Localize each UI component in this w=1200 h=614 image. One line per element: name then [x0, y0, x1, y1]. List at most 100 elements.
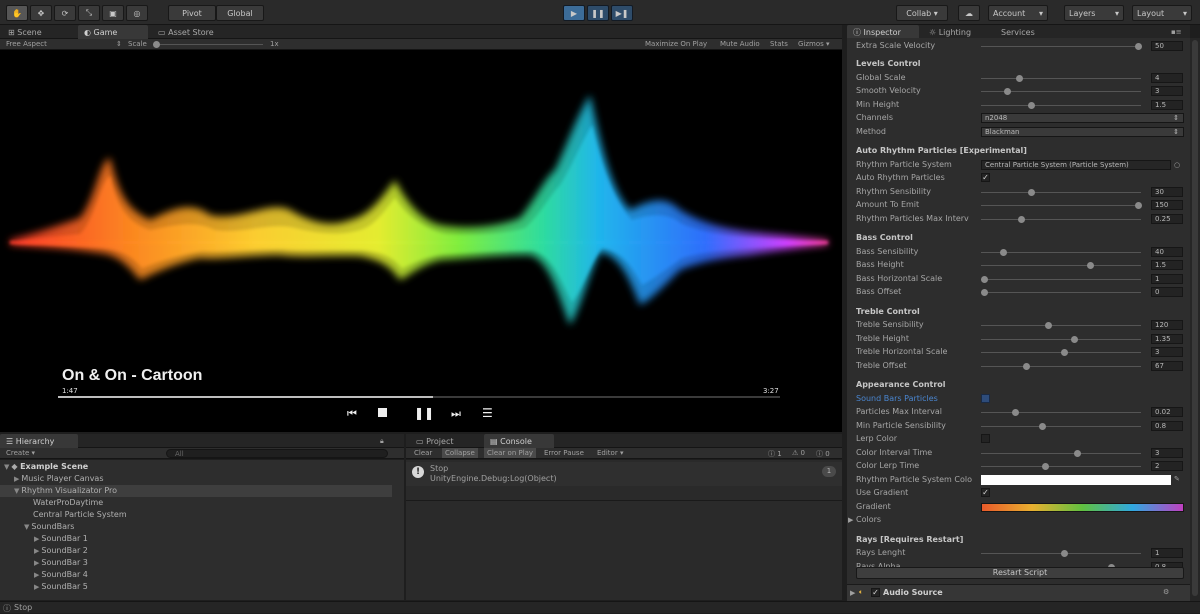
collab-button[interactable]: Collab ▾ [896, 5, 948, 21]
transform-tool-icon[interactable]: ◎ [126, 5, 148, 21]
slider-knob[interactable] [1045, 322, 1053, 329]
slider-knob[interactable] [1016, 74, 1024, 82]
property-slider[interactable] [981, 463, 1141, 470]
global-toggle[interactable]: Global [216, 5, 264, 21]
property-slider[interactable] [981, 409, 1141, 416]
property-value-field[interactable]: 40 [1151, 246, 1183, 257]
slider-knob[interactable] [1022, 362, 1030, 370]
property-value-field[interactable]: 3 [1151, 86, 1183, 96]
property-slider[interactable] [981, 422, 1141, 430]
clear-button[interactable]: Clear [414, 449, 432, 457]
stop-button[interactable] [378, 408, 387, 417]
game-view[interactable]: On & On - Cartoon 1:47 3:27 ⏮ ❚❚ ⏭ ☰ [0, 50, 842, 432]
hand-tool-icon[interactable]: ✋ [6, 5, 28, 21]
hierarchy-item[interactable]: ▼ Rhythm Visualizator Pro [0, 485, 392, 497]
console-entry[interactable]: ! Stop UnityEngine.Debug:Log(Object) 1 [406, 462, 842, 486]
create-dropdown[interactable]: Create ▾ [6, 449, 35, 457]
extra-scale-velocity-value[interactable]: 50 [1151, 41, 1183, 51]
tab-console[interactable]: ▤ Console [484, 434, 554, 448]
foldout-open-icon[interactable]: ▼ [4, 463, 9, 471]
object-field[interactable]: Central Particle System (Particle System… [981, 159, 1171, 170]
property-checkbox[interactable] [981, 434, 990, 443]
property-value-field[interactable]: 1.5 [1151, 99, 1183, 110]
property-value-field[interactable]: 0.02 [1151, 407, 1183, 417]
rect-tool-icon[interactable]: ▣ [102, 5, 124, 21]
slider-knob[interactable] [981, 289, 989, 296]
slider-knob[interactable] [1134, 43, 1142, 50]
property-slider[interactable] [981, 275, 1141, 283]
scrollbar-thumb[interactable] [1192, 40, 1198, 596]
error-pause-toggle[interactable]: Error Pause [544, 449, 584, 457]
tab-scene[interactable]: ⊞ Scene [2, 25, 48, 39]
tab-inspector[interactable]: ⓘ Inspector [847, 25, 919, 39]
hierarchy-search-input[interactable]: All [166, 449, 388, 458]
slider-knob[interactable] [1086, 262, 1094, 269]
audio-source-enabled-checkbox[interactable]: ✓ [871, 588, 880, 597]
slider-knob[interactable] [1070, 335, 1078, 343]
foldout-closed-icon[interactable]: ▶ [848, 516, 853, 524]
property-value-field[interactable]: 4 [1151, 72, 1183, 83]
property-slider[interactable] [981, 335, 1141, 343]
slider-knob[interactable] [1134, 202, 1142, 209]
tab-asset-store[interactable]: ▭ Asset Store [152, 25, 220, 39]
stats-toggle[interactable]: Stats [770, 40, 788, 48]
move-tool-icon[interactable]: ✥ [30, 5, 52, 21]
foldout-closed-icon[interactable]: ▶ [34, 583, 39, 591]
property-value-field[interactable]: 2 [1151, 461, 1183, 471]
gradient-field[interactable] [981, 502, 1184, 512]
foldout-open-icon[interactable]: ▼ [14, 487, 19, 495]
foldout-arrow-icon[interactable]: ▶ [850, 589, 855, 597]
pause-button[interactable]: ❚❚ [587, 5, 609, 21]
rotate-tool-icon[interactable]: ⟳ [54, 5, 76, 21]
gizmos-dropdown[interactable]: Gizmos ▾ [798, 40, 830, 48]
property-checkbox[interactable]: ✓ [981, 488, 990, 497]
property-checkbox[interactable] [981, 393, 990, 403]
hierarchy-item[interactable]: ▼ ◆ Example Scene [0, 461, 392, 473]
slider-knob[interactable] [981, 275, 989, 283]
step-button[interactable]: ▶❚ [611, 5, 633, 21]
property-slider[interactable] [981, 289, 1141, 296]
foldout-closed-icon[interactable]: ▶ [34, 571, 39, 579]
property-value-field[interactable]: 1 [1151, 273, 1183, 284]
console-divider[interactable] [406, 500, 842, 501]
property-value-field[interactable]: 0.25 [1151, 213, 1183, 224]
property-value-field[interactable]: 30 [1151, 186, 1183, 197]
property-value-field[interactable]: 1.35 [1151, 333, 1183, 344]
hierarchy-item[interactable]: ▶ SoundBar 4 [0, 569, 392, 581]
previous-track-icon[interactable]: ⏮ [347, 407, 357, 421]
slider-knob[interactable] [1061, 349, 1069, 356]
collapse-toggle[interactable]: Collapse [442, 448, 478, 458]
foldout-open-icon[interactable]: ▼ [24, 523, 29, 531]
property-value-field[interactable]: 0.8 [1151, 420, 1183, 431]
slider-knob[interactable] [1000, 248, 1008, 256]
error-count-toggle[interactable]: ⓘ 0 [816, 449, 830, 459]
lock-icon[interactable]: ▪≡ [1171, 28, 1182, 36]
hierarchy-item[interactable]: ▶ SoundBar 1 [0, 533, 392, 545]
property-slider[interactable] [981, 74, 1141, 82]
foldout-closed-icon[interactable]: ▶ [34, 535, 39, 543]
info-count-toggle[interactable]: ⓘ 1 [768, 449, 782, 459]
property-value-field[interactable]: 1.5 [1151, 260, 1183, 270]
maximize-on-play-toggle[interactable]: Maximize On Play [645, 40, 707, 48]
editor-dropdown[interactable]: Editor ▾ [597, 449, 623, 457]
property-slider[interactable] [981, 248, 1141, 256]
hierarchy-item[interactable]: ▶ SoundBar 5 [0, 581, 392, 593]
next-track-icon[interactable]: ⏭ [451, 407, 461, 421]
tab-services[interactable]: Services [995, 25, 1041, 39]
property-value-field[interactable]: 3 [1151, 447, 1183, 458]
property-value-field[interactable]: 67 [1151, 360, 1183, 371]
account-dropdown[interactable]: Account ▾ [988, 5, 1048, 21]
progress-bar[interactable] [58, 396, 780, 398]
restart-script-button[interactable]: Restart Script [856, 567, 1184, 579]
slider-knob[interactable] [1018, 215, 1025, 223]
property-dropdown[interactable]: n2048 ⇕ [981, 113, 1184, 123]
hierarchy-item[interactable]: Central Particle System [0, 509, 392, 521]
playlist-icon[interactable]: ☰ [482, 406, 493, 420]
property-slider[interactable] [981, 550, 1141, 557]
property-slider[interactable] [981, 349, 1141, 356]
property-slider[interactable] [981, 449, 1141, 457]
tab-game[interactable]: ◐ Game [78, 25, 148, 39]
property-value-field[interactable]: 0 [1151, 287, 1183, 297]
tab-hierarchy[interactable]: ☰ Hierarchy [0, 434, 78, 448]
hierarchy-item[interactable]: ▼ SoundBars [0, 521, 392, 533]
